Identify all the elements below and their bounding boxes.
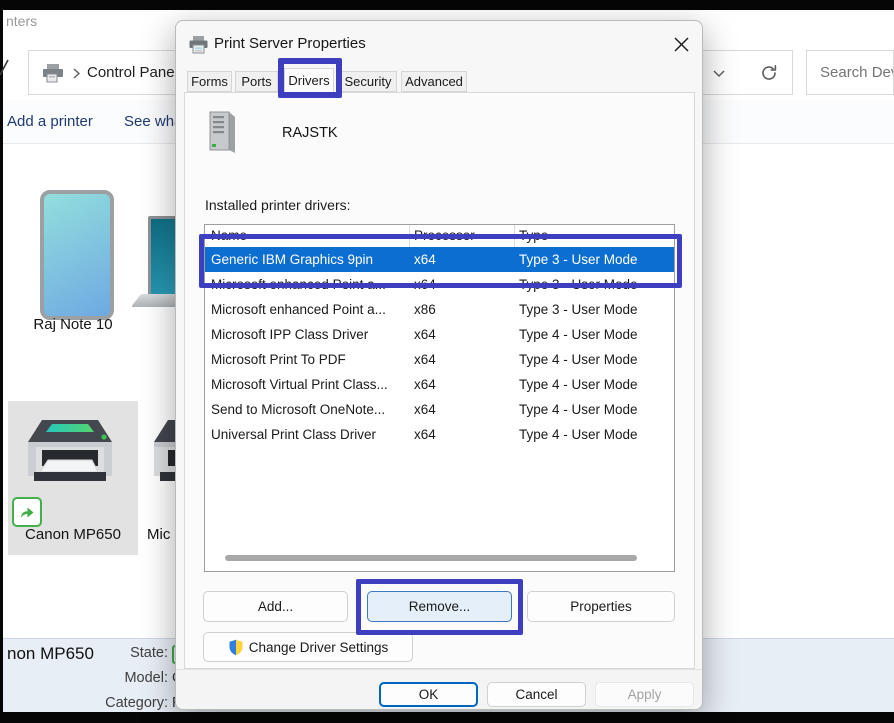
tab-ports[interactable]: Ports [235,71,278,92]
cancel-button[interactable]: Cancel [487,682,586,707]
window-top-edge [0,0,894,10]
search-input[interactable] [807,51,894,94]
status-model-label: Model: [60,670,168,686]
phone-label[interactable]: Raj Note 10 [8,316,138,333]
cell-name: Microsoft enhanced Point a... [211,297,407,322]
chevron-down-icon[interactable] [713,70,726,79]
cell-type: Type 4 - User Mode [519,322,638,347]
printer-canon-label[interactable]: Canon MP650 [8,526,138,543]
cell-type: Type 4 - User Mode [519,422,638,447]
cell-name: Microsoft Virtual Print Class... [211,372,407,397]
table-row[interactable]: Microsoft Virtual Print Class... x64 Typ… [205,372,674,397]
screen: nters Control Pane Add a printer See wha [0,0,894,723]
table-row[interactable]: Universal Print Class Driver x64 Type 4 … [205,422,674,447]
cell-type: Type 4 - User Mode [519,372,638,397]
ok-button[interactable]: OK [379,682,478,707]
cell-type: Type 4 - User Mode [519,397,638,422]
annotation-remove-button [356,579,523,635]
apply-button[interactable]: Apply [595,682,694,707]
cell-name: Microsoft IPP Class Driver [211,322,407,347]
add-button[interactable]: Add... [203,591,348,622]
window-title-fragment: nters [6,13,37,29]
dialog-footer: OK Cancel Apply [176,669,703,710]
phone-icon[interactable] [40,190,114,320]
refresh-icon[interactable] [759,63,779,83]
cell-processor: x86 [414,297,436,322]
cell-name: Send to Microsoft OneNote... [211,397,407,422]
server-icon [208,110,238,154]
change-driver-settings-label: Change Driver Settings [249,640,389,655]
status-state-label: State: [60,645,168,661]
search-box[interactable] [806,50,894,95]
table-row[interactable]: Microsoft enhanced Point a... x86 Type 3… [205,297,674,322]
printer-icon [188,35,209,54]
print-server-properties-dialog: Print Server Properties Forms Ports Driv… [175,20,703,710]
cell-type: Type 3 - User Mode [519,297,638,322]
cell-name: Universal Print Class Driver [211,422,407,447]
see-whats-printing-link[interactable]: See wha [124,100,182,144]
devices-printer-icon [41,62,65,84]
tab-forms[interactable]: Forms [187,71,232,92]
change-driver-settings-button[interactable]: Change Driver Settings [203,632,413,662]
chevron-right-icon [73,68,81,80]
shortcut-arrow-icon [12,497,42,527]
add-a-printer-link[interactable]: Add a printer [7,100,93,144]
close-icon[interactable] [672,35,690,53]
tab-advanced[interactable]: Advanced [401,71,467,92]
annotation-drivers-tab [278,58,342,98]
properties-button[interactable]: Properties [527,591,675,622]
window-bottom-edge [0,712,894,723]
status-category-label: Category: [60,695,168,711]
table-row[interactable]: Microsoft IPP Class Driver x64 Type 4 - … [205,322,674,347]
server-name: RAJSTK [282,125,338,141]
printer-microsoft-label[interactable]: Mic [147,526,170,543]
cell-type: Type 4 - User Mode [519,347,638,372]
cell-processor: x64 [414,422,436,447]
uac-shield-icon [228,639,244,656]
horizontal-scrollbar[interactable] [225,555,637,561]
breadcrumb-path[interactable]: Control Pane [87,51,175,94]
table-row[interactable]: Microsoft Print To PDF x64 Type 4 - User… [205,347,674,372]
cell-processor: x64 [414,397,436,422]
installed-drivers-label: Installed printer drivers: [205,197,351,213]
annotation-selected-driver-row [199,234,682,288]
back-arrow-icon[interactable] [0,58,10,82]
cell-name: Microsoft Print To PDF [211,347,407,372]
table-row[interactable]: Send to Microsoft OneNote... x64 Type 4 … [205,397,674,422]
tab-security[interactable]: Security [339,71,397,92]
cell-processor: x64 [414,372,436,397]
cell-processor: x64 [414,347,436,372]
cell-processor: x64 [414,322,436,347]
